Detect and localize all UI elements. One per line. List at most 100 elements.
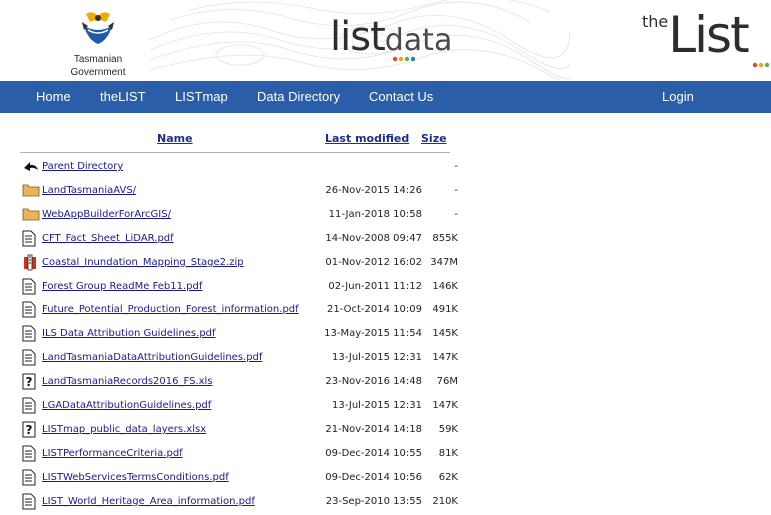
svg-text:?: ? bbox=[26, 423, 33, 437]
file-link[interactable]: LandTasmaniaAVS/ bbox=[42, 185, 136, 196]
document-icon[interactable] bbox=[22, 349, 40, 367]
size-cell: 145K bbox=[432, 328, 458, 340]
size-cell: 347M bbox=[430, 256, 458, 268]
document-icon[interactable] bbox=[22, 230, 40, 248]
last-modified-cell: 23-Sep-2010 13:55 bbox=[325, 495, 422, 507]
column-header-last-modified[interactable]: Last modified bbox=[325, 132, 409, 145]
colored-dots-icon bbox=[752, 62, 770, 68]
last-modified-cell: 02-Jun-2011 11:12 bbox=[328, 280, 422, 292]
folder-icon[interactable] bbox=[22, 182, 40, 200]
gov-logo-text-line2: Government bbox=[70, 67, 126, 78]
document-icon[interactable] bbox=[22, 469, 40, 487]
file-link[interactable]: LISTmap_public_data_layers.xlsx bbox=[42, 424, 206, 435]
colored-dots-icon bbox=[392, 56, 416, 62]
document-icon[interactable] bbox=[22, 278, 40, 296]
table-row: LISTWebServicesTermsConditions.pdf 09-Dec… bbox=[22, 469, 458, 491]
last-modified-cell: 13-Jul-2015 12:31 bbox=[331, 352, 422, 364]
last-modified-cell: 21-Nov-2014 14:18 bbox=[325, 423, 422, 435]
size-cell: 81K bbox=[438, 447, 458, 459]
document-icon[interactable] bbox=[22, 397, 40, 415]
table-row: WebAppBuilderForArcGIS/11-Jan-2018 10:58… bbox=[22, 206, 458, 228]
column-header-size[interactable]: Size bbox=[421, 132, 447, 145]
size-cell: - bbox=[454, 184, 458, 196]
column-header-name[interactable]: Name bbox=[157, 132, 193, 145]
file-link[interactable]: LandTasmaniaRecords2016_FS.xls bbox=[42, 376, 213, 387]
file-link[interactable]: Parent Directory bbox=[42, 161, 123, 172]
size-cell: 210K bbox=[432, 495, 458, 507]
last-modified-cell: 01-Nov-2012 16:02 bbox=[325, 256, 422, 268]
last-modified-cell: 09-Dec-2014 10:55 bbox=[325, 447, 422, 459]
file-link[interactable]: WebAppBuilderForArcGIS/ bbox=[42, 209, 171, 220]
last-modified-cell: 13-May-2015 11:54 bbox=[324, 328, 422, 340]
nav-home[interactable]: Home bbox=[36, 81, 71, 113]
header-divider bbox=[20, 152, 450, 153]
document-icon[interactable] bbox=[22, 325, 40, 343]
file-link[interactable]: LIST_World_Heritage_Area_information.pdf bbox=[42, 496, 255, 507]
file-link[interactable]: LGADataAttributionGuidelines.pdf bbox=[42, 400, 211, 411]
size-cell: 62K bbox=[438, 471, 458, 483]
nav-contact-us[interactable]: Contact Us bbox=[369, 81, 433, 113]
main-navigation: Home theLIST LISTmap Data Directory Cont… bbox=[0, 81, 771, 113]
svg-text:?: ? bbox=[26, 375, 33, 389]
table-row: LIST_World_Heritage_Area_information.pdf… bbox=[22, 493, 458, 515]
table-row: Coastal_Inundation_Mapping_Stage2.zip 01-… bbox=[22, 254, 458, 276]
tasmanian-government-logo[interactable]: Tasmanian Government bbox=[58, 8, 138, 78]
file-link[interactable]: Forest Group ReadMe Feb11.pdf bbox=[42, 281, 202, 292]
archive-icon[interactable] bbox=[22, 254, 40, 272]
table-row: ILS Data Attribution Guidelines.pdf 13-Ma… bbox=[22, 325, 458, 347]
size-cell: 76M bbox=[436, 376, 458, 388]
size-cell: 59K bbox=[438, 423, 458, 435]
table-row: LandTasmaniaAVS/26-Nov-2015 14:26 - bbox=[22, 182, 458, 204]
size-cell: - bbox=[454, 208, 458, 220]
last-modified-cell: 21-Oct-2014 10:09 bbox=[327, 304, 422, 316]
table-row: Future_Potential_Production_Forest_infor… bbox=[22, 301, 458, 323]
table-row: LGADataAttributionGuidelines.pdf 13-Jul-2… bbox=[22, 397, 458, 419]
table-row: Parent Directory - bbox=[22, 158, 458, 180]
table-row: LISTPerformanceCriteria.pdf 09-Dec-2014 1… bbox=[22, 445, 458, 467]
file-link[interactable]: LISTWebServicesTermsConditions.pdf bbox=[42, 472, 229, 483]
thelist-logo[interactable]: theList bbox=[642, 6, 770, 68]
document-icon[interactable] bbox=[22, 445, 40, 463]
last-modified-cell: 14-Nov-2008 09:47 bbox=[325, 232, 422, 244]
size-cell: 491K bbox=[432, 304, 458, 316]
last-modified-cell: 09-Dec-2014 10:56 bbox=[325, 471, 422, 483]
file-link[interactable]: Future_Potential_Production_Forest_infor… bbox=[42, 304, 299, 315]
last-modified-cell: 26-Nov-2015 14:26 bbox=[325, 184, 422, 196]
table-row: ? LISTmap_public_data_layers.xlsx 21-Nov-2… bbox=[22, 421, 458, 443]
file-link[interactable]: LandTasmaniaDataAttributionGuidelines.pd… bbox=[42, 352, 262, 363]
last-modified-cell: 11-Jan-2018 10:58 bbox=[328, 208, 422, 220]
nav-thelist[interactable]: theLIST bbox=[100, 81, 146, 113]
unknown-file-icon[interactable]: ? bbox=[22, 373, 40, 391]
nav-listmap[interactable]: LISTmap bbox=[175, 81, 228, 113]
file-link[interactable]: LISTPerformanceCriteria.pdf bbox=[42, 448, 183, 459]
file-link[interactable]: ILS Data Attribution Guidelines.pdf bbox=[42, 328, 216, 339]
last-modified-cell: 23-Nov-2016 14:48 bbox=[325, 376, 422, 388]
table-row: ? LandTasmaniaRecords2016_FS.xls 23-Nov-20… bbox=[22, 373, 458, 395]
listdata-logo-list: list bbox=[330, 14, 386, 60]
folder-icon[interactable] bbox=[22, 206, 40, 224]
document-icon[interactable] bbox=[22, 493, 40, 511]
last-modified-cell: 13-Jul-2015 12:31 bbox=[331, 400, 422, 411]
file-link[interactable]: CFT_Fact_Sheet_LiDAR.pdf bbox=[42, 233, 174, 244]
size-cell: 855K bbox=[432, 232, 458, 244]
back-icon[interactable] bbox=[22, 158, 40, 176]
size-cell: 147K bbox=[432, 352, 458, 364]
nav-login[interactable]: Login bbox=[662, 81, 694, 113]
thelist-logo-the: the bbox=[642, 12, 669, 31]
size-cell: 146K bbox=[432, 280, 458, 292]
file-link[interactable]: Coastal_Inundation_Mapping_Stage2.zip bbox=[42, 257, 244, 268]
table-row: LandTasmaniaDataAttributionGuidelines.pd… bbox=[22, 349, 458, 371]
unknown-file-icon[interactable]: ? bbox=[22, 421, 40, 439]
size-cell: - bbox=[454, 161, 458, 172]
nav-data-directory[interactable]: Data Directory bbox=[257, 81, 340, 113]
gov-logo-text-line1: Tasmanian bbox=[73, 54, 123, 65]
thelist-logo-list: List bbox=[668, 6, 749, 64]
table-row: CFT_Fact_Sheet_LiDAR.pdf 14-Nov-2008 09:4… bbox=[22, 230, 458, 252]
listdata-logo-data: data bbox=[384, 23, 453, 58]
document-icon[interactable] bbox=[22, 301, 40, 319]
tasmanian-tiger-emblem-icon bbox=[82, 12, 114, 44]
size-cell: 147K bbox=[432, 400, 458, 411]
site-header: Tasmanian Government listdata theList bbox=[0, 0, 771, 80]
table-row: Forest Group ReadMe Feb11.pdf 02-Jun-2011… bbox=[22, 278, 458, 300]
listdata-logo[interactable]: listdata bbox=[330, 14, 452, 64]
